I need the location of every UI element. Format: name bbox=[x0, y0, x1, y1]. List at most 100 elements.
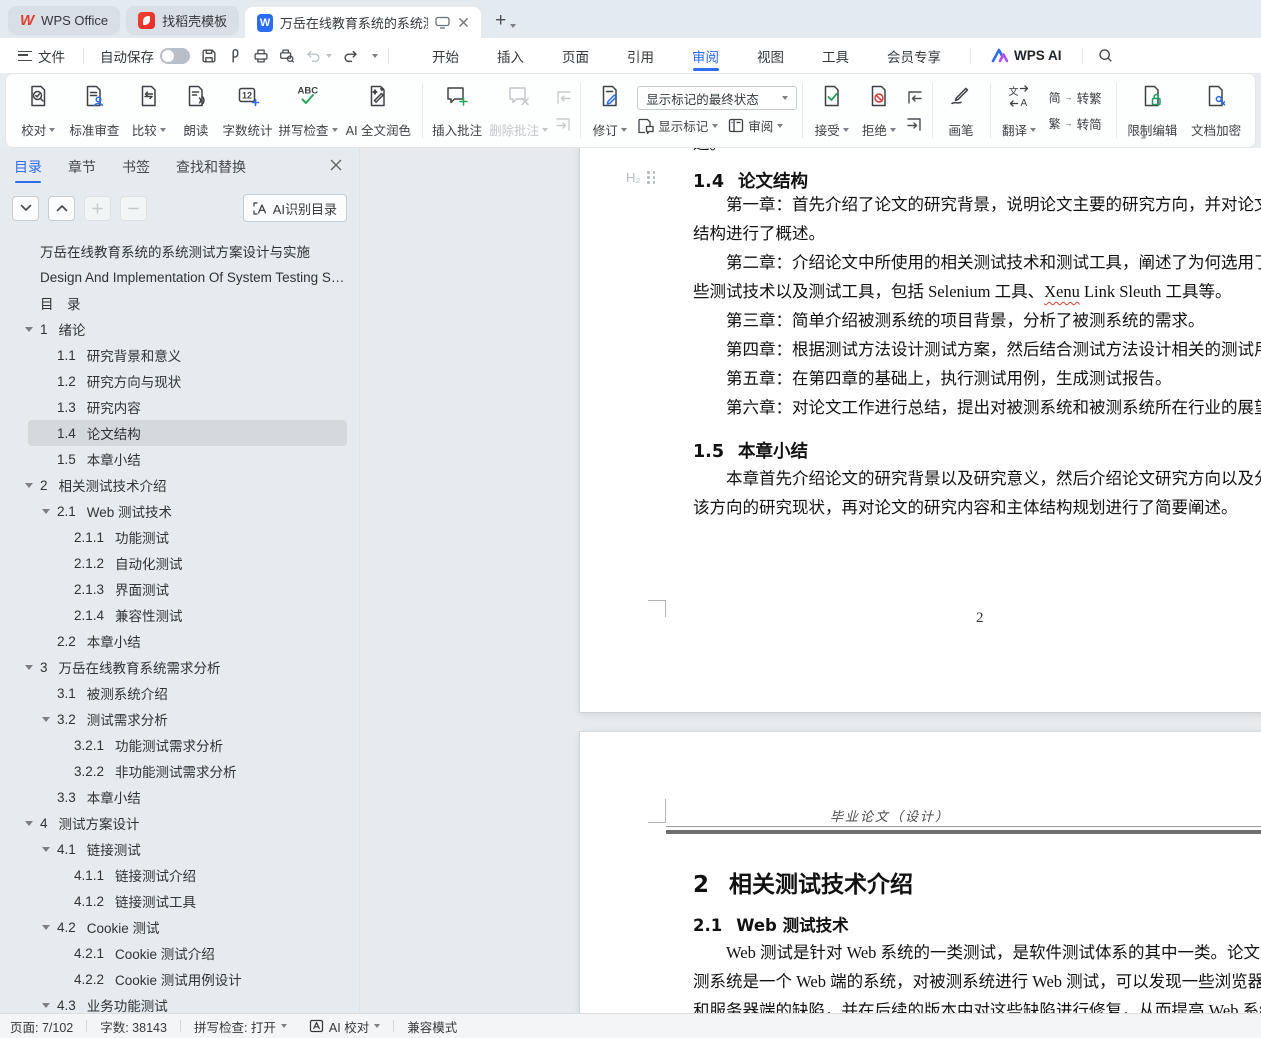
toc-item[interactable]: 4.1 链接测试 bbox=[0, 836, 359, 862]
undo-button[interactable] bbox=[300, 44, 326, 68]
ai-recognize-toc-button[interactable]: AI识别目录 bbox=[242, 194, 347, 222]
menu-member[interactable]: 会员专享 bbox=[868, 38, 960, 73]
toc-item[interactable]: 4 测试方案设计 bbox=[0, 810, 359, 836]
toc-item-selected[interactable]: 1.4 论文结构 bbox=[0, 420, 359, 446]
sidebar-tab-contents[interactable]: 目录 bbox=[14, 150, 42, 184]
ai-proofread-status[interactable]: AI 校对 bbox=[309, 1017, 381, 1036]
previous-comment-button[interactable] bbox=[551, 87, 575, 107]
document-page-2[interactable]: 毕业论文（设计） 2 相关测试技术介绍 2.1 Web 测试技术 Web 测试是针对… bbox=[580, 732, 1261, 1013]
toc-item[interactable]: 2.1.3 界面测试 bbox=[0, 576, 359, 602]
toc-item[interactable]: 4.3 业务功能测试 bbox=[0, 992, 359, 1013]
drag-handle-icon[interactable] bbox=[647, 171, 656, 184]
save-button[interactable] bbox=[196, 44, 222, 68]
search-icon[interactable] bbox=[1093, 44, 1119, 68]
toc-item[interactable]: 4.1.1 链接测试介绍 bbox=[0, 862, 359, 888]
to-traditional-button[interactable]: 简 → 转繁 bbox=[1049, 88, 1102, 107]
collapse-arrow-icon[interactable] bbox=[42, 924, 50, 930]
window-mode-icon[interactable] bbox=[435, 16, 450, 29]
next-comment-button[interactable] bbox=[551, 114, 575, 134]
sidebar-tab-find-replace[interactable]: 查找和替换 bbox=[176, 150, 246, 184]
file-menu-button[interactable]: 文件 bbox=[10, 46, 73, 66]
print-preview-button[interactable] bbox=[274, 44, 300, 68]
toc-item[interactable]: 1.1 研究背景和意义 bbox=[0, 342, 359, 368]
sidebar-tab-bookmarks[interactable]: 书签 bbox=[122, 150, 150, 184]
toc-item[interactable]: 2 相关测试技术介绍 bbox=[0, 472, 359, 498]
expand-group-icon[interactable] bbox=[1138, 131, 1147, 140]
zoom-in-toc-button[interactable] bbox=[84, 195, 111, 221]
to-simplified-button[interactable]: 繁 → 转简 bbox=[1049, 114, 1102, 133]
document-canvas[interactable]: 述。 H₂ 1.4论文结构 第一章：首先介绍了论文的研究背景，说明论文主要的研究… bbox=[360, 148, 1261, 1013]
proofread-button[interactable]: 校对 bbox=[12, 79, 65, 142]
toc-item[interactable]: 2.1.2 自动化测试 bbox=[0, 550, 359, 576]
toolbar-chevron-icon[interactable] bbox=[372, 53, 378, 58]
collapse-up-button[interactable] bbox=[48, 195, 75, 221]
close-tab-icon[interactable] bbox=[458, 17, 469, 28]
reviewing-pane-button[interactable]: 审阅 bbox=[728, 116, 784, 135]
toc-item[interactable]: 目 录 bbox=[0, 290, 359, 316]
collapse-arrow-icon[interactable] bbox=[25, 820, 33, 826]
collapse-arrow-icon[interactable] bbox=[25, 482, 33, 488]
toc-item[interactable]: 1.5 本章小结 bbox=[0, 446, 359, 472]
redo-button[interactable] bbox=[338, 44, 364, 68]
read-aloud-button[interactable]: 朗读 bbox=[173, 79, 218, 142]
toc-item[interactable]: 4.1.2 链接测试工具 bbox=[0, 888, 359, 914]
toc-item[interactable]: 2.1.4 兼容性测试 bbox=[0, 602, 359, 628]
spellcheck-status[interactable]: 拼写检查: 打开 bbox=[194, 1017, 287, 1036]
collapse-arrow-icon[interactable] bbox=[42, 508, 50, 514]
autosave-toggle[interactable] bbox=[160, 47, 190, 64]
encrypt-document-button[interactable]: 文档加密 bbox=[1183, 79, 1249, 142]
delete-comment-button[interactable]: 删除批注 bbox=[486, 79, 551, 142]
toc-item[interactable]: 3.3 本章小结 bbox=[0, 784, 359, 810]
menu-view[interactable]: 视图 bbox=[738, 38, 803, 73]
translate-button[interactable]: 文A 翻译 bbox=[995, 79, 1042, 142]
menu-tools[interactable]: 工具 bbox=[803, 38, 868, 73]
document-page-1[interactable]: 述。 H₂ 1.4论文结构 第一章：首先介绍了论文的研究背景，说明论文主要的研究… bbox=[580, 148, 1261, 712]
spell-check-button[interactable]: ABC 拼写检查 bbox=[277, 79, 340, 142]
insert-comment-button[interactable]: 插入批注 bbox=[428, 79, 486, 142]
collapse-arrow-icon[interactable] bbox=[42, 716, 50, 722]
reject-change-button[interactable]: 拒绝 bbox=[855, 79, 902, 142]
new-tab-button[interactable]: + bbox=[495, 10, 506, 32]
heading-level-marker[interactable]: H₂ bbox=[626, 170, 656, 185]
toc-item[interactable]: 4.2.1 Cookie 测试介绍 bbox=[0, 940, 359, 966]
toc-item[interactable]: 3.1 被测系统介绍 bbox=[0, 680, 359, 706]
restrict-editing-button[interactable]: 限制编辑 bbox=[1122, 79, 1184, 142]
accept-change-button[interactable]: 接受 bbox=[808, 79, 855, 142]
toc-item[interactable]: 4.2.2 Cookie 测试用例设计 bbox=[0, 966, 359, 992]
toc-item[interactable]: 万岳在线教育系统的系统测试方案设计与实施 bbox=[0, 238, 359, 264]
menu-reference[interactable]: 引用 bbox=[608, 38, 673, 73]
previous-change-button[interactable] bbox=[903, 87, 927, 107]
menu-insert[interactable]: 插入 bbox=[478, 38, 543, 73]
toc-item[interactable]: 2.1.1 功能测试 bbox=[0, 524, 359, 550]
wps-ai-button[interactable]: WPS AI bbox=[981, 48, 1072, 63]
close-sidebar-icon[interactable] bbox=[329, 158, 343, 172]
toc-item[interactable]: 3.2 测试需求分析 bbox=[0, 706, 359, 732]
sidebar-tab-chapters[interactable]: 章节 bbox=[68, 150, 96, 184]
toc-item[interactable]: 3.2.2 非功能测试需求分析 bbox=[0, 758, 359, 784]
track-changes-button[interactable]: 修订 bbox=[586, 79, 633, 142]
print-button[interactable] bbox=[248, 44, 274, 68]
toc-item[interactable]: Design And Implementation Of System Test… bbox=[0, 264, 359, 290]
menu-review[interactable]: 审阅 bbox=[673, 38, 738, 73]
toc-item[interactable]: 4.2 Cookie 测试 bbox=[0, 914, 359, 940]
toc-item[interactable]: 2.2 本章小结 bbox=[0, 628, 359, 654]
tab-list-chevron-icon[interactable] bbox=[510, 24, 517, 28]
tab-document-active[interactable]: W 万岳在线教育系统的系统测试 bbox=[245, 7, 482, 38]
word-count-indicator[interactable]: 字数: 38143 bbox=[100, 1017, 167, 1036]
toc-item[interactable]: 1 绪论 bbox=[0, 316, 359, 342]
zoom-out-toc-button[interactable] bbox=[120, 195, 147, 221]
toc-item[interactable]: 3.2.1 功能测试需求分析 bbox=[0, 732, 359, 758]
collapse-arrow-icon[interactable] bbox=[25, 326, 33, 332]
markup-state-dropdown[interactable]: 显示标记的最终状态 bbox=[637, 86, 798, 110]
undo-chevron-icon[interactable] bbox=[326, 53, 332, 58]
standard-review-button[interactable]: 标准审查 bbox=[65, 79, 125, 142]
menu-home[interactable]: 开始 bbox=[413, 38, 478, 73]
toc-item[interactable]: 1.2 研究方向与现状 bbox=[0, 368, 359, 394]
tab-docer-templates[interactable]: 找稻壳模板 bbox=[126, 6, 240, 35]
expand-down-button[interactable] bbox=[12, 195, 39, 221]
compare-button[interactable]: 比较 bbox=[124, 79, 173, 142]
collapse-arrow-icon[interactable] bbox=[42, 1002, 50, 1008]
ai-polish-button[interactable]: AI 全文润色 bbox=[340, 79, 418, 142]
collapse-arrow-icon[interactable] bbox=[25, 664, 33, 670]
toc-item[interactable]: 1.3 研究内容 bbox=[0, 394, 359, 420]
